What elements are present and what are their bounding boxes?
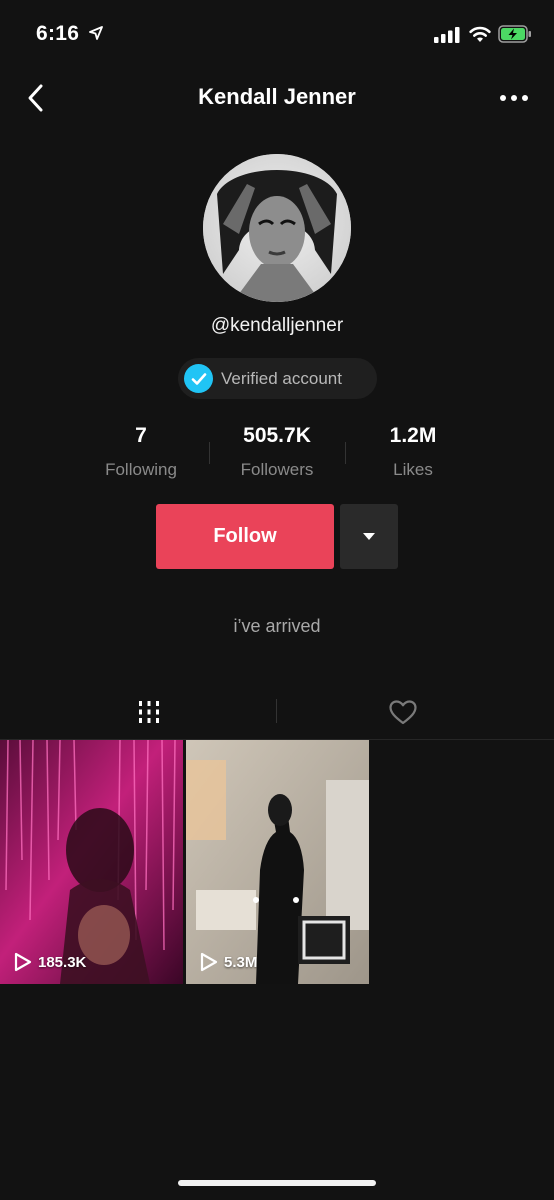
more-dot [500,95,506,101]
view-count-text: 185.3K [38,953,87,971]
profile-bio: i’ve arrived [233,616,321,636]
video-view-count: 185.3K [14,952,86,972]
page-title: Kendall Jenner [198,84,356,109]
avatar [203,154,351,302]
play-icon [14,952,32,972]
stat-value: 505.7K [243,424,311,447]
grid-icon [139,701,159,723]
verified-check-icon [184,364,213,393]
more-options-button[interactable] [494,84,534,112]
video-view-count: 5.3M [200,952,257,972]
video-thumbnail-image [186,740,369,984]
verified-badge: Verified account [178,358,377,399]
wifi-icon [469,26,491,42]
heart-icon [389,699,417,724]
play-icon [200,952,218,972]
battery-charging-icon [498,25,531,43]
stat-value: 1.2M [389,424,437,447]
caret-down-icon [363,533,375,540]
status-time: 6:16 [36,22,80,45]
more-dot [522,95,528,101]
suggested-accounts-button[interactable] [340,504,398,569]
stat-label: Likes [393,460,433,479]
home-indicator[interactable] [178,1180,376,1186]
video-thumbnail-image [0,740,183,984]
stat-followers[interactable]: 505.7K Followers [207,424,347,480]
tab-liked-videos[interactable] [383,692,423,732]
profile-username: @kendalljenner [210,315,344,336]
video-thumbnail[interactable]: 5.3M [186,740,369,984]
stat-following[interactable]: 7 Following [71,424,211,480]
view-count-text: 5.3M [224,953,258,971]
verified-label: Verified account [221,368,342,388]
stat-label: Followers [240,460,314,479]
video-thumbnail[interactable]: 185.3K [0,740,183,984]
location-arrow-icon [89,26,103,40]
avatar-image [203,154,351,302]
tab-divider [276,699,277,723]
follow-button[interactable]: Follow [156,504,334,569]
stat-value: 7 [135,424,147,447]
stat-likes[interactable]: 1.2M Likes [343,424,483,480]
cellular-signal-icon [434,27,460,43]
more-dot [511,95,517,101]
status-bar: 6:16 [0,0,554,64]
stat-label: Following [105,460,177,479]
tab-videos-grid[interactable] [129,692,169,732]
